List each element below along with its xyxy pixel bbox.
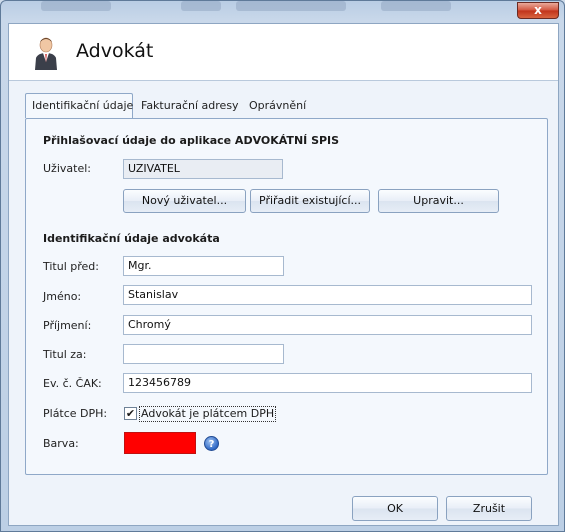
- vat-payer-checkbox[interactable]: ✔: [124, 407, 137, 420]
- close-button[interactable]: x: [517, 2, 559, 19]
- help-icon[interactable]: ?: [204, 436, 219, 451]
- blurred-background: [236, 1, 346, 11]
- first-name-field[interactable]: Stanislav: [123, 285, 532, 305]
- login-section-title: Přihlašovací údaje do aplikace ADVOKÁTNÍ…: [43, 134, 340, 147]
- assign-existing-button[interactable]: Přiřadit existující...: [250, 189, 370, 213]
- title-before-label: Titul před:: [43, 260, 99, 273]
- page-title: Advokát: [76, 40, 154, 62]
- blurred-background: [181, 1, 221, 11]
- tab-panel-identification: Přihlašovací údaje do aplikace ADVOKÁTNÍ…: [25, 118, 548, 475]
- cak-number-field[interactable]: 123456789: [123, 373, 532, 393]
- dialog-header: Advokát: [9, 24, 558, 81]
- dialog-window: x Advokát Identifikační údaje Fakturační…: [0, 0, 565, 532]
- tab-billing-addresses[interactable]: Fakturační adresy: [135, 95, 239, 117]
- close-icon: x: [534, 3, 542, 17]
- vat-payer-checkbox-label[interactable]: Advokát je plátcem DPH: [139, 406, 277, 422]
- title-after-label: Titul za:: [43, 348, 87, 361]
- blurred-background: [381, 1, 451, 11]
- user-label: Uživatel:: [43, 162, 91, 175]
- tab-permissions[interactable]: Oprávnění: [243, 95, 313, 117]
- first-name-label: Jméno:: [43, 290, 82, 303]
- identity-section-title: Identifikační údaje advokáta: [43, 232, 220, 245]
- last-name-label: Příjmení:: [43, 319, 92, 332]
- title-after-field[interactable]: [123, 344, 284, 364]
- vat-payer-label: Plátce DPH:: [43, 407, 108, 420]
- color-swatch[interactable]: [124, 432, 196, 454]
- ok-button[interactable]: OK: [352, 496, 438, 521]
- cak-number-label: Ev. č. ČAK:: [43, 377, 102, 390]
- last-name-field[interactable]: Chromý: [123, 315, 532, 335]
- edit-user-button[interactable]: Upravit...: [378, 189, 499, 213]
- tab-identification[interactable]: Identifikační údaje: [25, 93, 133, 118]
- user-field[interactable]: UZIVATEL: [123, 159, 283, 179]
- checkmark-icon: ✔: [125, 407, 136, 420]
- lawyer-person-icon: [35, 37, 57, 70]
- blurred-background: [41, 1, 111, 11]
- title-bar[interactable]: x: [1, 1, 564, 21]
- new-user-button[interactable]: Nový uživatel...: [123, 189, 246, 213]
- cancel-button[interactable]: Zrušit: [446, 496, 532, 521]
- title-before-field[interactable]: Mgr.: [123, 256, 284, 276]
- dialog-client-area: Advokát Identifikační údaje Fakturační a…: [8, 23, 559, 526]
- color-label: Barva:: [43, 437, 79, 450]
